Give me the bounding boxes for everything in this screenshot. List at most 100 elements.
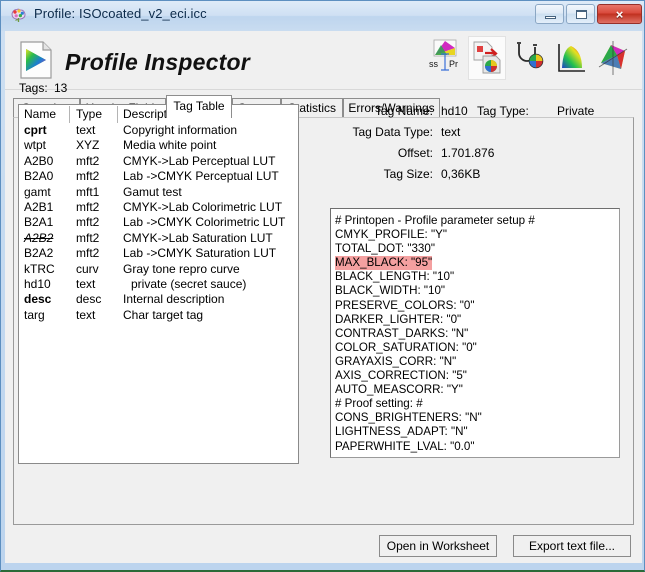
tag-name-cell: targ xyxy=(24,307,45,322)
table-row[interactable]: gamt mft1 Gamut test xyxy=(19,185,298,200)
table-row[interactable]: A2B1 mft2 CMYK->Lab Colorimetric LUT xyxy=(19,200,298,215)
close-icon: × xyxy=(615,7,624,22)
tag-type-value: Private xyxy=(557,104,595,118)
tag-type-cell: curv xyxy=(76,261,99,276)
table-row[interactable]: B2A0 mft2 Lab ->CMYK Perceptual LUT xyxy=(19,169,298,184)
tag-name-cell: cprt xyxy=(24,123,47,137)
table-row[interactable]: targ text Char target tag xyxy=(19,308,298,323)
tag-type-cell: desc xyxy=(76,292,102,307)
app-header: Profile Inspector ss Pr xyxy=(5,31,642,90)
tag-name-cell: hd10 xyxy=(24,276,51,291)
table-row[interactable]: wtpt XYZ Media white point xyxy=(19,138,298,153)
tag-description-cell: Internal description xyxy=(123,292,225,307)
minimize-button[interactable] xyxy=(535,4,564,24)
tag-description-cell: Lab ->CMYK Perceptual LUT xyxy=(123,169,279,184)
tag-name-cell: desc xyxy=(24,292,52,307)
tag-description-cell: CMYK->Lab Saturation LUT xyxy=(123,230,273,245)
tag-description-cell: CMYK->Lab Perceptual LUT xyxy=(123,153,276,168)
tag-type-cell: text xyxy=(76,307,96,322)
tag-name-value: hd10 xyxy=(441,104,468,118)
text-line: PAPERWHITE_LVAL: "0.0" xyxy=(335,439,475,453)
tags-count-label: Tags: xyxy=(19,81,48,95)
tag-list[interactable]: Name Type Description cprt text Copyright … xyxy=(18,104,299,464)
3d-gamut-tool-icon[interactable] xyxy=(594,36,632,80)
column-divider-2 xyxy=(117,106,118,123)
tag-name-cell: kTRC xyxy=(24,261,55,276)
maximize-icon xyxy=(576,10,587,19)
table-row[interactable]: A2B2 mft2 CMYK->Lab Saturation LUT xyxy=(19,231,298,246)
profile-document-icon xyxy=(20,41,52,79)
tag-list-body: cprt text Copyright information wtpt XYZ Medi… xyxy=(19,123,298,323)
tag-name-cell: A2B0 xyxy=(24,153,54,168)
profile-convert-tool-icon[interactable] xyxy=(468,36,506,80)
tag-name-cell: wtpt xyxy=(24,138,47,153)
tag-type-cell: mft1 xyxy=(76,184,100,199)
tag-data-type-label: Tag Data Type: xyxy=(352,125,434,139)
tag-list-header: Name Type Description xyxy=(19,105,298,123)
tag-text-content: # Printopen - Profile parameter setup # C… xyxy=(335,211,619,453)
tag-name-cell: B2A2 xyxy=(24,246,54,261)
tag-data-type-value: text xyxy=(441,125,461,139)
table-row[interactable]: hd10 text private (secret sauce) xyxy=(19,277,298,292)
page-title: Profile Inspector xyxy=(65,49,250,75)
toolbar: ss Pr xyxy=(426,36,632,80)
tag-description-cell: Char target tag xyxy=(123,307,204,322)
tag-description-cell: Gamut test xyxy=(123,184,182,199)
tab-tag-table[interactable]: Tag Table xyxy=(166,95,232,118)
tag-type-cell: text xyxy=(76,276,96,291)
gamut-text-tool-icon[interactable]: ss Pr xyxy=(426,36,464,80)
profile-inspector-window: Profile: ISOcoated_v2_eci.icc × Profile … xyxy=(0,0,645,572)
tag-type-cell: mft2 xyxy=(76,199,100,214)
column-divider-1 xyxy=(69,106,70,123)
open-in-worksheet-button[interactable]: Open in Worksheet xyxy=(379,535,497,557)
table-row[interactable]: desc desc Internal description xyxy=(19,292,298,307)
tag-type-cell: text xyxy=(76,123,96,137)
title-bar[interactable]: Profile: ISOcoated_v2_eci.icc × xyxy=(1,1,644,31)
table-row[interactable]: kTRC curv Gray tone repro curve xyxy=(19,262,298,277)
tag-name-cell: B2A1 xyxy=(24,215,54,230)
tag-type-cell: mft2 xyxy=(76,215,100,230)
table-row[interactable]: A2B0 mft2 CMYK->Lab Perceptual LUT xyxy=(19,154,298,169)
table-row[interactable]: B2A2 mft2 Lab ->CMYK Saturation LUT xyxy=(19,246,298,261)
tag-description-cell: Copyright information xyxy=(123,123,238,137)
tag-name-cell: A2B1 xyxy=(24,199,54,214)
column-header-type[interactable]: Type xyxy=(76,107,102,121)
tag-type-cell: mft2 xyxy=(76,169,100,184)
tag-name-cell: A2B2 xyxy=(24,230,54,245)
tag-description-cell: private (secret sauce) xyxy=(131,276,247,291)
tag-name-label: Tag Name: xyxy=(374,104,433,118)
tag-name-cell: gamt xyxy=(24,184,51,199)
tag-type-cell: mft2 xyxy=(76,153,100,168)
chromaticity-diagram-tool-icon[interactable] xyxy=(552,36,590,80)
tag-description-cell: CMYK->Lab Colorimetric LUT xyxy=(123,199,283,214)
tag-description-cell: Lab ->CMYK Saturation LUT xyxy=(123,246,277,261)
table-row[interactable]: cprt text Copyright information xyxy=(19,123,298,138)
window-controls: × xyxy=(535,4,642,24)
tag-description-cell: Gray tone repro curve xyxy=(123,261,240,276)
color-brain-icon xyxy=(11,8,26,22)
tags-count-value: 13 xyxy=(54,81,68,95)
tag-type-label: Tag Type: xyxy=(477,104,529,118)
tag-type-cell: mft2 xyxy=(76,230,100,245)
tag-size-value: 0,36KB xyxy=(441,167,481,181)
tag-size-label: Tag Size: xyxy=(383,167,433,181)
window-title: Profile: ISOcoated_v2_eci.icc xyxy=(34,6,207,21)
export-text-file-button[interactable]: Export text file... xyxy=(513,535,631,557)
maximize-button[interactable] xyxy=(566,4,595,24)
tag-description-cell: Lab ->CMYK Colorimetric LUT xyxy=(123,215,286,230)
svg-text:Pr: Pr xyxy=(449,59,458,69)
stethoscope-inspect-tool-icon[interactable] xyxy=(510,36,548,80)
offset-label: Offset: xyxy=(397,146,433,160)
tag-type-cell: mft2 xyxy=(76,246,100,261)
minimize-icon xyxy=(545,16,556,19)
offset-value: 1.701.876 xyxy=(441,146,495,160)
client-area: Profile Inspector ss Pr Tag Table Statis… xyxy=(5,31,642,563)
close-button[interactable]: × xyxy=(597,4,642,24)
table-row[interactable]: B2A1 mft2 Lab ->CMYK Colorimetric LUT xyxy=(19,215,298,230)
column-header-name[interactable]: Name xyxy=(24,107,56,121)
tag-text-viewer[interactable]: # Printopen - Profile parameter setup # C… xyxy=(330,208,620,458)
tag-description-cell: Media white point xyxy=(123,138,217,153)
tag-type-cell: XYZ xyxy=(76,138,100,153)
svg-text:ss: ss xyxy=(429,59,439,69)
tag-name-cell: B2A0 xyxy=(24,169,54,184)
